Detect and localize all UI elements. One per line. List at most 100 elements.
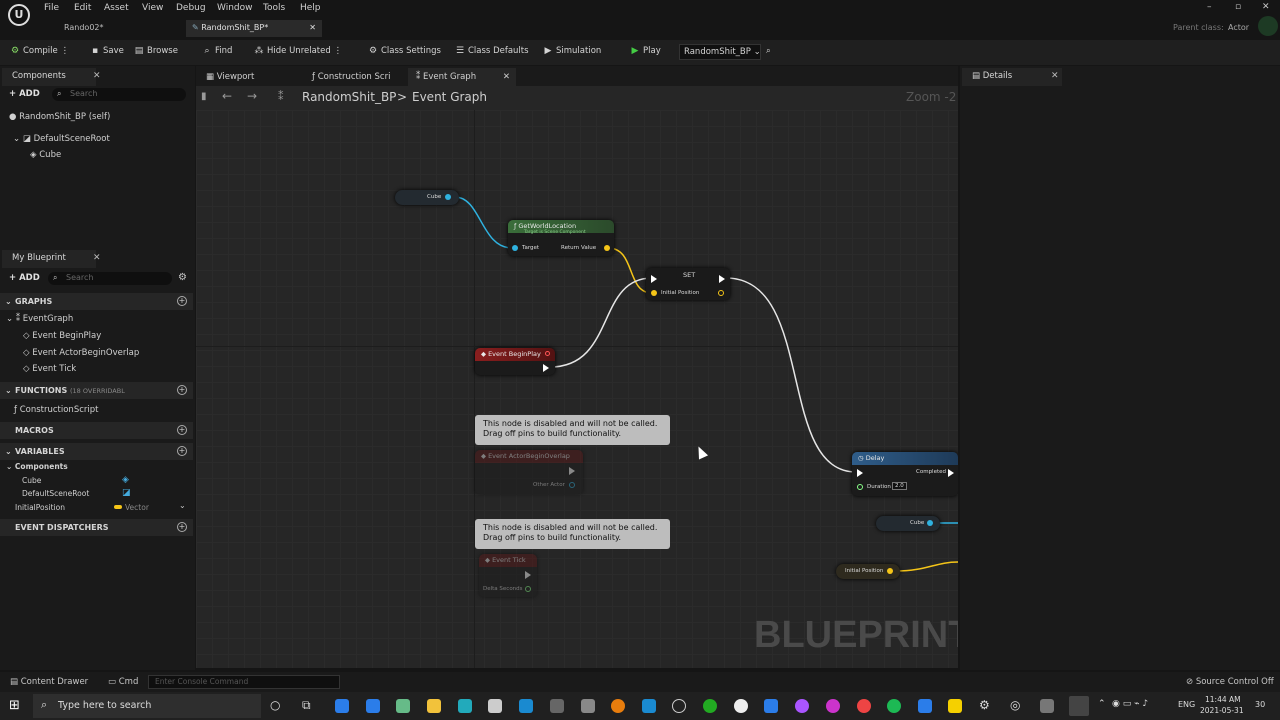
- menu-edit[interactable]: Edit: [74, 3, 91, 13]
- chevron-down-icon[interactable]: ⌄: [179, 501, 186, 510]
- app-icon[interactable]: [519, 699, 533, 713]
- forward-arrow-icon[interactable]: →: [247, 89, 257, 103]
- clock-date[interactable]: 2021-05-31: [1200, 706, 1244, 715]
- app-icon[interactable]: [488, 699, 502, 713]
- compile-button[interactable]: ⚙ Compile ⋮: [10, 46, 69, 56]
- app-icon[interactable]: [1040, 699, 1054, 713]
- maximize-icon[interactable]: ▫: [1235, 2, 1241, 12]
- other-actor-pin[interactable]: [569, 482, 575, 488]
- doc-tab-rando02[interactable]: Rando02*: [58, 20, 182, 37]
- tab-viewport[interactable]: ▦ Viewport: [198, 68, 302, 86]
- set-initial-position-node[interactable]: SET Initial Position: [646, 268, 730, 300]
- event-actor-begin-overlap-item[interactable]: ◇ Event ActorBeginOverlap: [23, 348, 139, 358]
- app-icon[interactable]: [458, 699, 472, 713]
- event-begin-play-node[interactable]: ◆ Event BeginPlay: [475, 348, 555, 375]
- section-event-dispatchers[interactable]: EVENT DISPATCHERS +: [0, 519, 193, 536]
- minimize-icon[interactable]: –: [1207, 2, 1212, 12]
- delay-node[interactable]: ◷ Delay Completed Duration 2.0: [852, 452, 958, 496]
- settings-gear-icon[interactable]: ⚙: [979, 698, 990, 712]
- exec-out-pin[interactable]: [719, 275, 725, 283]
- vector-pin[interactable]: [887, 568, 893, 574]
- variable-default-scene-root[interactable]: DefaultSceneRoot: [22, 489, 89, 498]
- initial-position-pin[interactable]: [651, 290, 657, 296]
- completed-pin[interactable]: [948, 469, 954, 477]
- spotify-icon[interactable]: [887, 699, 901, 713]
- graph-event-graph[interactable]: ⌄ ⁑ EventGraph: [6, 314, 73, 324]
- delta-seconds-pin[interactable]: [525, 586, 531, 592]
- settings-gear-icon[interactable]: ⚙: [178, 272, 187, 283]
- menu-help[interactable]: Help: [300, 3, 321, 13]
- event-tick-node[interactable]: ◆ Event Tick Delta Seconds: [479, 554, 537, 597]
- task-view-icon[interactable]: ⧉: [302, 698, 311, 713]
- menu-tools[interactable]: Tools: [263, 3, 285, 13]
- breadcrumb-graph[interactable]: Event Graph: [412, 90, 487, 104]
- find-button[interactable]: ⌕ Find: [202, 46, 232, 56]
- content-drawer-button[interactable]: ▤ Content Drawer: [10, 677, 88, 687]
- component-default-scene-root[interactable]: ⌄ ◪ DefaultSceneRoot: [13, 134, 110, 144]
- source-control-button[interactable]: ⊘ Source Control Off: [1186, 677, 1274, 687]
- app-icon[interactable]: [734, 699, 748, 713]
- section-graphs[interactable]: ⌄ GRAPHS +: [0, 293, 193, 310]
- close-components-icon[interactable]: ✕: [93, 71, 101, 81]
- hide-unrelated-button[interactable]: ⁂ Hide Unrelated ⋮: [254, 46, 342, 56]
- tab-components[interactable]: Components: [2, 68, 96, 86]
- class-defaults-button[interactable]: ☰ Class Defaults: [455, 46, 529, 56]
- simulation-button[interactable]: ▶ Simulation: [543, 46, 602, 56]
- section-functions[interactable]: ⌄ FUNCTIONS (18 OVERRIDABL +: [0, 382, 193, 399]
- delegate-pin[interactable]: [545, 351, 550, 356]
- menu-debug[interactable]: Debug: [176, 3, 206, 13]
- app-icon[interactable]: [550, 699, 564, 713]
- add-function-icon[interactable]: +: [177, 385, 187, 395]
- clock-time[interactable]: 11:44 AM: [1205, 695, 1241, 704]
- app-icon[interactable]: [918, 699, 932, 713]
- variables-components-group[interactable]: ⌄ Components: [6, 462, 68, 471]
- unreal-editor-active-icon[interactable]: [1069, 696, 1089, 716]
- tab-my-blueprint[interactable]: My Blueprint: [2, 250, 96, 268]
- console-command-input[interactable]: Enter Console Command: [148, 675, 340, 689]
- target-pin[interactable]: [512, 245, 518, 251]
- play-button[interactable]: ▶ Play: [630, 46, 661, 56]
- debug-object-select[interactable]: RandomShit_BP ⌄: [679, 44, 761, 60]
- construction-script-item[interactable]: ƒ ConstructionScript: [14, 405, 98, 415]
- menu-view[interactable]: View: [142, 3, 163, 13]
- variable-type-label[interactable]: Vector: [125, 503, 149, 512]
- object-pin[interactable]: [927, 520, 933, 526]
- class-settings-button[interactable]: ⚙ Class Settings: [368, 46, 441, 56]
- menu-window[interactable]: Window: [217, 3, 253, 13]
- get-world-location-node[interactable]: ƒ GetWorldLocation Target is Scene Compo…: [508, 220, 614, 256]
- search-icon[interactable]: ⌕: [766, 46, 771, 56]
- tray-chevron-icon[interactable]: ⌃: [1098, 699, 1106, 709]
- chrome-icon[interactable]: [857, 699, 871, 713]
- variable-cube[interactable]: Cube: [22, 476, 41, 485]
- cortana-icon[interactable]: ○: [270, 698, 280, 712]
- variable-initial-position[interactable]: InitialPosition: [15, 503, 65, 512]
- component-self[interactable]: ● RandomShit_BP (self): [9, 112, 110, 122]
- tab-details[interactable]: ▤ Details: [962, 68, 1062, 86]
- duration-value-input[interactable]: 2.0: [892, 482, 907, 490]
- windows-start-icon[interactable]: ⊞: [9, 698, 20, 713]
- calendar-icon[interactable]: [366, 699, 380, 713]
- add-dispatcher-icon[interactable]: +: [177, 522, 187, 532]
- back-arrow-icon[interactable]: ←: [222, 89, 232, 103]
- add-blueprint-item-button[interactable]: + ADD: [9, 273, 40, 283]
- file-explorer-icon[interactable]: [427, 699, 441, 713]
- app-icon[interactable]: [764, 699, 778, 713]
- return-value-pin[interactable]: [604, 245, 610, 251]
- close-window-icon[interactable]: ✕: [1262, 2, 1270, 12]
- app-icon[interactable]: [826, 699, 840, 713]
- add-component-button[interactable]: + ADD: [9, 89, 40, 99]
- save-button[interactable]: ▪ Save: [90, 46, 124, 56]
- cmd-button[interactable]: ▭ Cmd: [108, 677, 138, 687]
- app-icon[interactable]: [581, 699, 595, 713]
- exec-out-pin[interactable]: [525, 571, 531, 579]
- components-search-input[interactable]: Search: [52, 88, 186, 101]
- graph-canvas[interactable]: Cube ƒ GetWorldLocation Target is Scene …: [196, 110, 958, 668]
- app-icon[interactable]: [948, 699, 962, 713]
- close-tab-icon[interactable]: ✕: [309, 23, 316, 32]
- blender-icon[interactable]: [611, 699, 625, 713]
- object-pin[interactable]: [445, 194, 451, 200]
- app-icon[interactable]: ◎: [1010, 698, 1020, 712]
- unreal-logo-icon[interactable]: U: [8, 4, 30, 26]
- close-tab-icon[interactable]: ✕: [503, 72, 510, 82]
- exec-in-pin[interactable]: [857, 469, 863, 477]
